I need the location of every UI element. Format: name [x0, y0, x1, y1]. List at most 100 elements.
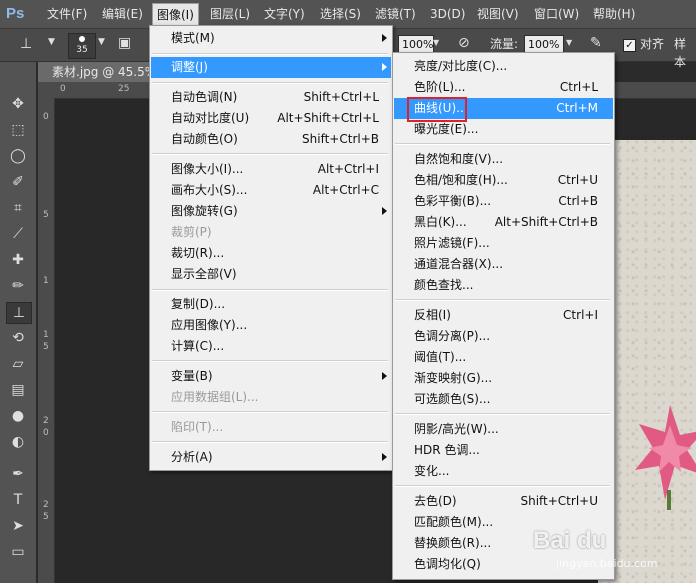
menu-item-shadows-highlights[interactable]: 阴影/高光(W)... [394, 419, 613, 440]
vertical-ruler: 0 5 1 1 5 2 0 2 5 [38, 98, 55, 583]
menu-type[interactable]: 文字(Y) [264, 6, 305, 22]
quick-select-tool-icon[interactable]: ✐ [6, 172, 30, 192]
brush-size-value: 35 [76, 45, 88, 55]
menu-item-exposure[interactable]: 曝光度(E)... [394, 119, 613, 140]
menu-item-brightness-contrast[interactable]: 亮度/对比度(C)... [394, 56, 613, 77]
tools-panel: ✥ ⬚ ◯ ✐ ⌗ ⟋ ✚ ✏ ⊥ ⟲ ▱ ▤ ● ◐ ✒ T ➤ ▭ [0, 62, 37, 583]
menu-file[interactable]: 文件(F) [47, 6, 87, 22]
chevron-down-icon[interactable]: ▼ [48, 37, 55, 47]
ruler-label: 1 [43, 276, 49, 286]
chevron-down-icon[interactable]: ▼ [566, 38, 572, 47]
chevron-down-icon[interactable]: ▼ [98, 37, 105, 47]
menu-separator [395, 485, 610, 487]
menu-item-duplicate[interactable]: 复制(D)... [151, 294, 391, 315]
ruler-label: 2 [43, 500, 49, 510]
ruler-label: 0 [43, 112, 49, 122]
menu-item-trap: 陷印(T)... [171, 420, 224, 434]
align-checkbox[interactable]: ✓ [623, 39, 636, 52]
menu-image[interactable]: 图像(I) [152, 3, 199, 27]
menu-item-crop: 裁剪(P) [171, 225, 212, 239]
adjustments-submenu: 亮度/对比度(C)... 色阶(L)... Ctrl+L 曲线(U)... Ctrl… [392, 52, 615, 580]
menu-separator [152, 289, 388, 291]
menu-select[interactable]: 选择(S) [320, 6, 361, 22]
ruler-label: 5 [43, 342, 49, 352]
menu-item-selective-color[interactable]: 可选颜色(S)... [394, 389, 613, 410]
menu-item-canvas-size[interactable]: 画布大小(S)... Alt+Ctrl+C [151, 180, 391, 201]
move-tool-icon[interactable]: ✥ [6, 94, 30, 114]
menu-item-calculations[interactable]: 计算(C)... [151, 336, 391, 357]
align-label: 对齐 [640, 37, 665, 51]
menu-item-hue-saturation[interactable]: 色相/饱和度(H)... Ctrl+U [394, 170, 613, 191]
brush-preset-picker[interactable]: 35 [68, 33, 96, 59]
menu-separator [395, 413, 610, 415]
menu-item-levels[interactable]: 色阶(L)... Ctrl+L [394, 77, 613, 98]
menu-item-color-balance[interactable]: 色彩平衡(B)... Ctrl+B [394, 191, 613, 212]
pen-tool-icon[interactable]: ✒ [6, 464, 30, 484]
clone-stamp-icon[interactable]: ⊥ [20, 36, 32, 52]
menu-item-auto-contrast[interactable]: 自动对比度(U) Alt+Shift+Ctrl+L [151, 108, 391, 129]
menu-item-threshold[interactable]: 阈值(T)... [394, 347, 613, 368]
menu-separator [152, 441, 388, 443]
airbrush-icon[interactable]: ✎ [590, 35, 602, 51]
menu-item-invert[interactable]: 反相(I) Ctrl+I [394, 305, 613, 326]
image-menu: 模式(M) 调整(J) 自动色调(N) Shift+Ctrl+L 自动对比度(U)… [149, 25, 393, 471]
clone-stamp-tool-icon[interactable]: ⊥ [6, 302, 32, 324]
chevron-down-icon[interactable]: ▼ [433, 38, 439, 47]
menu-item-vibrance[interactable]: 自然饱和度(V)... [394, 149, 613, 170]
menu-item-analysis[interactable]: 分析(A) [151, 447, 391, 468]
menu-item-channel-mixer[interactable]: 通道混合器(X)... [394, 254, 613, 275]
clone-source-icon[interactable]: ▣ [118, 35, 131, 51]
path-select-tool-icon[interactable]: ➤ [6, 516, 30, 536]
eyedropper-tool-icon[interactable]: ⟋ [6, 224, 30, 244]
menu-separator [152, 82, 388, 84]
menu-item-hdr-toning[interactable]: HDR 色调... [394, 440, 613, 461]
menu-filter[interactable]: 滤镜(T) [375, 6, 416, 22]
menu-separator [152, 411, 388, 413]
healing-brush-tool-icon[interactable]: ✚ [6, 250, 30, 270]
menu-item-variables[interactable]: 变量(B) [151, 366, 391, 387]
menu-item-auto-color[interactable]: 自动颜色(O) Shift+Ctrl+B [151, 129, 391, 150]
menu-item-gradient-map[interactable]: 渐变映射(G)... [394, 368, 613, 389]
menu-item-color-lookup[interactable]: 颜色查找... [394, 275, 613, 296]
menu-3d[interactable]: 3D(D) [430, 6, 465, 22]
menu-item-auto-tone[interactable]: 自动色调(N) Shift+Ctrl+L [151, 87, 391, 108]
type-tool-icon[interactable]: T [6, 490, 30, 510]
menu-item-trim[interactable]: 裁切(R)... [151, 243, 391, 264]
menu-item-variations[interactable]: 变化... [394, 461, 613, 482]
history-brush-tool-icon[interactable]: ⟲ [6, 328, 30, 348]
lasso-tool-icon[interactable]: ◯ [6, 146, 30, 166]
menu-separator [152, 53, 388, 55]
menu-item-photo-filter[interactable]: 照片滤镜(F)... [394, 233, 613, 254]
gradient-tool-icon[interactable]: ▤ [6, 380, 30, 400]
crop-tool-icon[interactable]: ⌗ [6, 198, 30, 218]
menu-item-mode[interactable]: 模式(M) [151, 28, 391, 49]
ruler-label: 25 [118, 84, 130, 94]
ruler-label: 5 [43, 512, 49, 522]
sample-label: 样本 [674, 37, 687, 69]
menu-item-black-white[interactable]: 黑白(K)... Alt+Shift+Ctrl+B [394, 212, 613, 233]
eraser-tool-icon[interactable]: ▱ [6, 354, 30, 374]
menu-item-image-size[interactable]: 图像大小(I)... Alt+Ctrl+I [151, 159, 391, 180]
menu-item-posterize[interactable]: 色调分离(P)... [394, 326, 613, 347]
menu-edit[interactable]: 编辑(E) [102, 6, 143, 22]
dodge-tool-icon[interactable]: ◐ [6, 432, 30, 452]
menu-item-reveal-all[interactable]: 显示全部(V) [151, 264, 391, 285]
menu-item-apply-image[interactable]: 应用图像(Y)... [151, 315, 391, 336]
menu-item-desaturate[interactable]: 去色(D) Shift+Ctrl+U [394, 491, 613, 512]
menu-help[interactable]: 帮助(H) [593, 6, 635, 22]
submenu-arrow-icon [382, 34, 387, 42]
blur-tool-icon[interactable]: ● [6, 406, 30, 426]
flower-image [635, 405, 696, 510]
rectangle-tool-icon[interactable]: ▭ [6, 542, 30, 562]
brush-tool-icon[interactable]: ✏ [6, 276, 30, 296]
annotation-highlight-box [407, 97, 467, 122]
menu-item-image-rotation[interactable]: 图像旋转(G) [151, 201, 391, 222]
marquee-tool-icon[interactable]: ⬚ [6, 120, 30, 140]
menu-layer[interactable]: 图层(L) [210, 6, 250, 22]
submenu-arrow-icon [382, 63, 387, 71]
pressure-opacity-icon[interactable]: ⊘ [458, 35, 470, 51]
menu-window[interactable]: 窗口(W) [534, 6, 579, 22]
watermark-url: jingyan.baidu.com [556, 557, 658, 570]
menu-item-adjustments[interactable]: 调整(J) [151, 57, 391, 78]
menu-view[interactable]: 视图(V) [477, 6, 519, 22]
